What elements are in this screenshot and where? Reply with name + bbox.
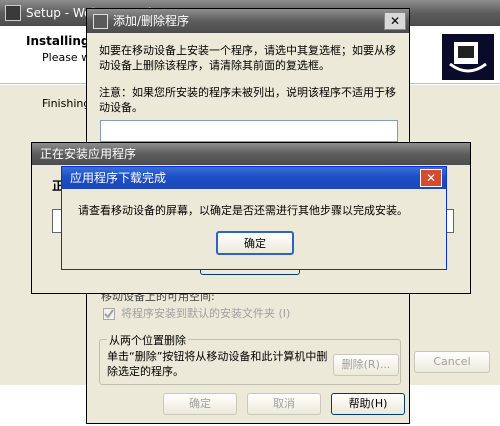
setup-app-icon <box>5 5 21 21</box>
download-complete-title: 应用程序下载完成 <box>70 171 167 185</box>
download-complete-ok-button[interactable]: 确定 <box>216 231 294 255</box>
default-folder-checkbox[interactable] <box>103 308 115 320</box>
setup-heading: Installing <box>26 34 90 48</box>
remove-button[interactable]: 删除(R)... <box>333 354 399 376</box>
download-complete-close-icon[interactable]: ✕ <box>420 169 442 187</box>
setup-logo-icon <box>442 34 494 80</box>
add-remove-title-icon <box>93 14 108 29</box>
add-remove-cancel-button[interactable]: 取消 <box>247 393 321 415</box>
add-remove-help-button[interactable]: 帮助(H) <box>331 393 405 415</box>
add-remove-ok-button[interactable]: 确定 <box>163 393 237 415</box>
add-remove-title-bar: 添加/删除程序 ✕ <box>87 9 409 33</box>
remove-group-text: 单击“删除”按钮将从移动设备和此计算机中删除选定的程序。 <box>107 350 328 378</box>
download-complete-dialog: 应用程序下载完成 ✕ 请查看移动设备的屏幕，以确定是否还需进行其他步骤以完成安装… <box>61 166 447 270</box>
add-remove-note: 注意：如果您所安装的程序未被列出，说明该程序不适用于移动设备。 <box>99 86 396 114</box>
add-remove-close-icon[interactable]: ✕ <box>384 12 406 30</box>
download-complete-message: 请查看移动设备的屏幕，以确定是否还需进行其他步骤以完成安装。 <box>78 204 408 217</box>
installing-title: 正在安装应用程序 <box>40 147 137 161</box>
default-folder-checkbox-label: 将程序安装到默认的安装文件夹 (I) <box>121 307 291 320</box>
add-remove-instructions: 如要在移动设备上安装一个程序，请选中其复选框；如要从移动设备上删除该程序，请清除… <box>99 44 396 72</box>
setup-status: Finishing <box>42 97 91 110</box>
installing-title-bar: 正在安装应用程序 <box>32 143 470 165</box>
remove-group-title: 从两个位置删除 <box>107 332 188 348</box>
setup-cancel-button[interactable]: Cancel <box>414 351 490 373</box>
add-remove-title: 添加/删除程序 <box>113 14 190 28</box>
program-list[interactable] <box>100 120 398 142</box>
download-complete-title-bar: 应用程序下载完成 ✕ <box>62 167 446 189</box>
